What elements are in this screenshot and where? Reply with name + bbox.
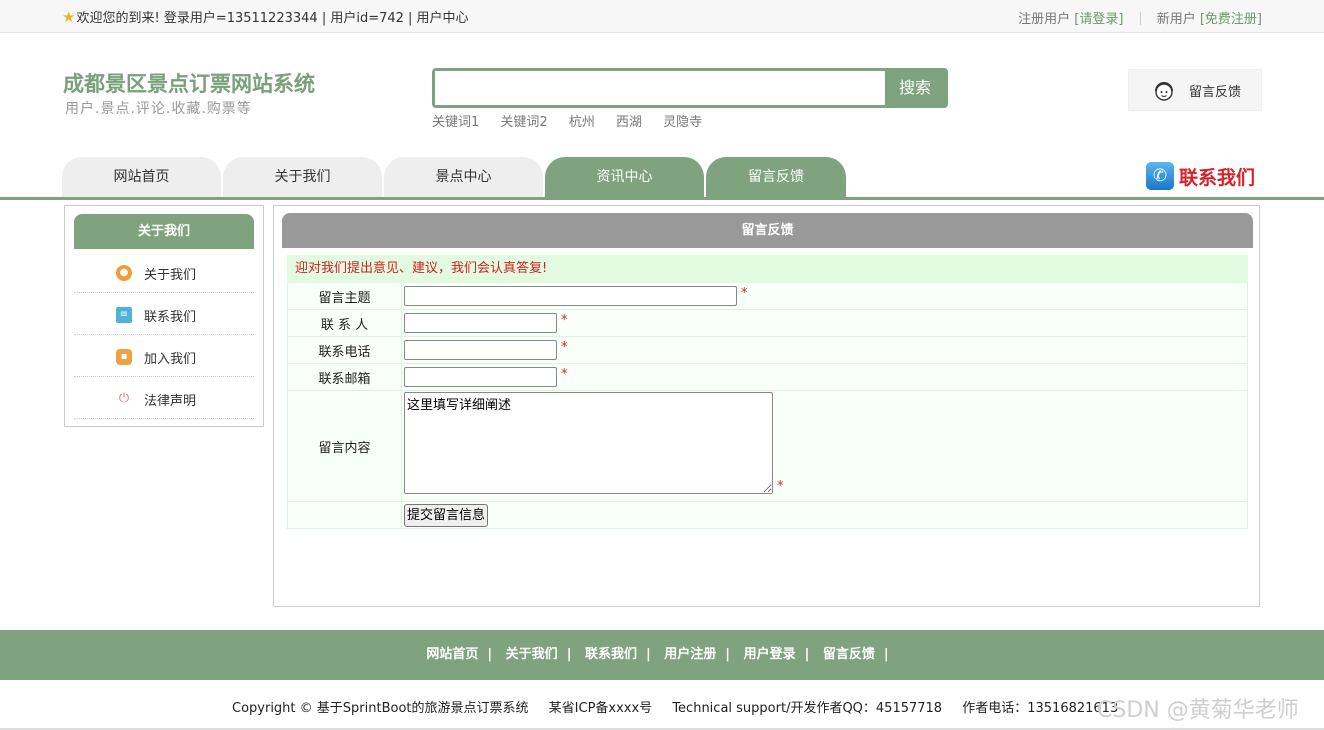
new-user-label: 新用户 bbox=[1156, 12, 1196, 27]
site-subtitle: 用户.景点.评论.收藏.购票等 bbox=[65, 101, 252, 117]
subject-input[interactable] bbox=[404, 286, 737, 306]
footer-link-feedback[interactable]: 留言反馈 bbox=[823, 647, 875, 662]
account-links: 注册用户 [请登录] 新用户 [免费注册] bbox=[1018, 8, 1262, 27]
watermark: CSDN @黄菊华老师 bbox=[1097, 698, 1299, 723]
submit-label-cell bbox=[288, 502, 402, 528]
subject-label: 留言主题 bbox=[288, 283, 402, 309]
nav-item-home[interactable]: 网站首页 bbox=[62, 157, 221, 197]
feedback-form: 迎对我们提出意见、建议，我们会认真答复! 留言主题 * 联 系 人 * 联系电话… bbox=[287, 255, 1248, 529]
free-register-link[interactable]: [免费注册] bbox=[1200, 12, 1262, 27]
required-mark: * bbox=[561, 367, 568, 382]
feedback-shortcut[interactable]: 留言反馈 bbox=[1128, 69, 1262, 111]
login-link[interactable]: [请登录] bbox=[1074, 12, 1123, 27]
headset-icon bbox=[1155, 82, 1173, 101]
search-input[interactable] bbox=[435, 71, 885, 105]
hot-keywords: 关键词1 关键词2 杭州 西湖 灵隐寺 bbox=[432, 111, 719, 130]
feedback-label: 留言反馈 bbox=[1189, 85, 1242, 100]
sidebar-item-legal[interactable]: ⏻ 法律声明 bbox=[74, 377, 254, 419]
phone-label: 联系电话 bbox=[288, 337, 402, 363]
sidebar-item-contact[interactable]: ≡ 联系我们 bbox=[74, 293, 254, 335]
sidebar-item-about[interactable]: ● 关于我们 bbox=[74, 251, 254, 293]
sidebar-item-join[interactable]: ▪ 加入我们 bbox=[74, 335, 254, 377]
phone-icon: ✆ bbox=[1146, 162, 1174, 190]
footer-separator: | bbox=[566, 647, 572, 662]
footer-link-login[interactable]: 用户登录 bbox=[744, 647, 796, 662]
form-row-submit: 提交留言信息 bbox=[287, 502, 1248, 529]
user-info[interactable]: 登录用户=13511223344 | 用户id=742 | 用户中心 bbox=[164, 11, 469, 26]
sidebar-item-label: 加入我们 bbox=[144, 352, 197, 367]
phone-input[interactable] bbox=[404, 340, 557, 360]
message-textarea[interactable]: 这里填写详细阐述 bbox=[404, 392, 773, 494]
sidebar-title: 关于我们 bbox=[74, 214, 254, 249]
form-notice: 迎对我们提出意见、建议，我们会认真答复! bbox=[287, 255, 1248, 283]
required-mark: * bbox=[741, 286, 748, 301]
footer-link-about[interactable]: 关于我们 bbox=[506, 647, 558, 662]
welcome-area: ★欢迎您的到来! 登录用户=13511223344 | 用户id=742 | 用… bbox=[62, 7, 469, 26]
footer-separator: | bbox=[883, 647, 889, 662]
top-bar: ★欢迎您的到来! 登录用户=13511223344 | 用户id=742 | 用… bbox=[0, 0, 1324, 33]
nav-item-attractions[interactable]: 景点中心 bbox=[384, 157, 543, 197]
footer-nav: 网站首页 | 关于我们 | 联系我们 | 用户注册 | 用户登录 | 留言反馈 | bbox=[0, 630, 1324, 680]
nav-item-feedback[interactable]: 留言反馈 bbox=[706, 157, 846, 197]
message-label: 留言内容 bbox=[288, 391, 402, 501]
sidebar-links: ● 关于我们 ≡ 联系我们 ▪ 加入我们 ⏻ 法律声明 bbox=[74, 251, 254, 419]
keyword-link[interactable]: 杭州 bbox=[569, 115, 595, 130]
form-row-contact: 联 系 人 * bbox=[287, 310, 1248, 337]
content-title: 留言反馈 bbox=[282, 213, 1253, 248]
keyword-link[interactable]: 灵隐寺 bbox=[663, 115, 702, 130]
divider bbox=[1139, 12, 1141, 25]
sidebar: 关于我们 ● 关于我们 ≡ 联系我们 ▪ 加入我们 ⏻ 法律声明 bbox=[64, 205, 264, 427]
keyword-link[interactable]: 关键词1 bbox=[432, 115, 479, 130]
welcome-text: 欢迎您的到来! bbox=[76, 11, 160, 26]
footer-link-register[interactable]: 用户注册 bbox=[664, 647, 716, 662]
sidebar-item-label: 关于我们 bbox=[144, 268, 197, 283]
contact-us-label: 联系我们 bbox=[1179, 167, 1256, 189]
power-icon: ⏻ bbox=[116, 391, 132, 407]
footer-separator: | bbox=[487, 647, 493, 662]
keyword-link[interactable]: 关键词2 bbox=[500, 115, 547, 130]
sidebar-item-label: 联系我们 bbox=[144, 310, 197, 325]
site-title[interactable]: 成都景区景点订票网站系统 bbox=[63, 68, 315, 98]
support-qq: Technical support/开发作者QQ：45157718 bbox=[672, 701, 943, 716]
sidebar-item-label: 法律声明 bbox=[144, 394, 197, 409]
submit-button[interactable]: 提交留言信息 bbox=[404, 504, 489, 527]
nav-divider bbox=[0, 197, 1324, 200]
email-label: 联系邮箱 bbox=[288, 364, 402, 390]
nav-item-news[interactable]: 资讯中心 bbox=[545, 157, 704, 197]
register-user-label: 注册用户 bbox=[1018, 12, 1071, 27]
author-phone: 作者电话：13516821613 bbox=[962, 701, 1119, 716]
form-row-message: 留言内容 这里填写详细阐述 * bbox=[287, 391, 1248, 502]
required-mark: * bbox=[777, 479, 784, 494]
copyright: Copyright © 基于SprintBoot的旅游景点订票系统 某省ICP备… bbox=[232, 697, 1134, 716]
footer-link-contact[interactable]: 联系我们 bbox=[585, 647, 637, 662]
footer-separator: | bbox=[725, 647, 731, 662]
nav-item-about[interactable]: 关于我们 bbox=[223, 157, 382, 197]
form-row-email: 联系邮箱 * bbox=[287, 364, 1248, 391]
circle-orange-icon: ● bbox=[116, 265, 132, 281]
icp-number: 某省ICP备xxxx号 bbox=[548, 701, 653, 716]
contact-input[interactable] bbox=[404, 313, 557, 333]
email-input[interactable] bbox=[404, 367, 557, 387]
form-row-phone: 联系电话 * bbox=[287, 337, 1248, 364]
required-mark: * bbox=[561, 313, 568, 328]
clipboard-icon: ≡ bbox=[116, 307, 132, 323]
required-mark: * bbox=[561, 340, 568, 355]
footer-separator: | bbox=[804, 647, 810, 662]
footer-separator: | bbox=[645, 647, 651, 662]
content-panel: 留言反馈 迎对我们提出意见、建议，我们会认真答复! 留言主题 * 联 系 人 *… bbox=[273, 205, 1260, 607]
contact-label: 联 系 人 bbox=[288, 310, 402, 336]
star-icon: ★ bbox=[62, 8, 76, 26]
search-button[interactable]: 搜索 bbox=[885, 71, 945, 105]
lock-icon: ▪ bbox=[116, 349, 132, 365]
footer-link-home[interactable]: 网站首页 bbox=[426, 647, 478, 662]
copyright-text: Copyright © 基于SprintBoot的旅游景点订票系统 bbox=[232, 701, 529, 716]
keyword-link[interactable]: 西湖 bbox=[616, 115, 642, 130]
search-box: 搜索 bbox=[432, 68, 948, 108]
form-row-subject: 留言主题 * bbox=[287, 283, 1248, 310]
